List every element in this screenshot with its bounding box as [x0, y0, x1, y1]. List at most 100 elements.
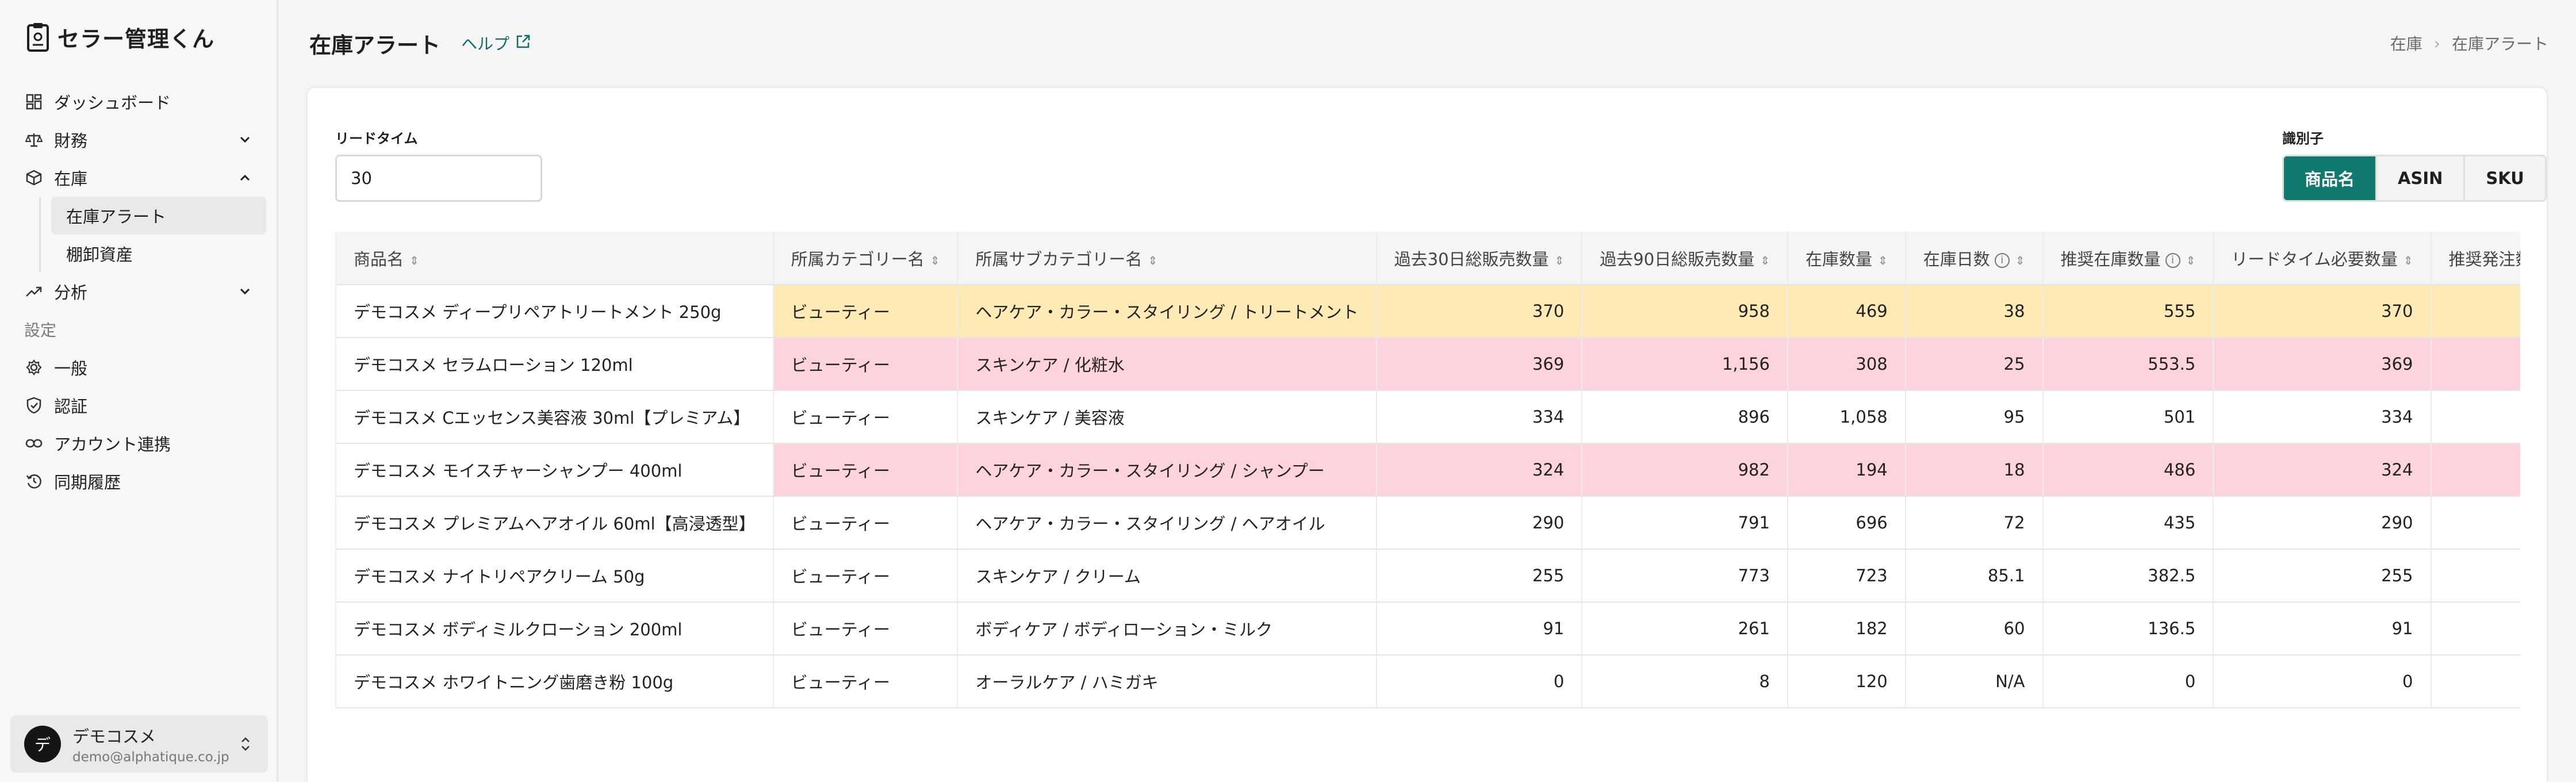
table-cell: 194: [1787, 443, 1906, 497]
sidebar-item-auth[interactable]: 認証: [10, 386, 266, 424]
table-cell: スキンケア / 化粧水: [957, 338, 1377, 391]
main-content: 在庫アラート ヘルプ 在庫 › 在庫アラート リードタイム 30 識別子 商品名…: [278, 0, 2576, 782]
chevron-up-icon[interactable]: [237, 170, 252, 185]
column-header[interactable]: 推奨在庫数量 i ⇕: [2042, 232, 2214, 285]
table-cell: 0: [2431, 655, 2520, 708]
info-icon[interactable]: i: [1994, 252, 2010, 268]
table-cell: 255: [2213, 549, 2432, 603]
sort-icon[interactable]: ⇕: [409, 254, 419, 267]
sidebar-item-analytics[interactable]: 分析: [10, 273, 266, 310]
table-cell: 255: [1376, 549, 1583, 603]
table-cell: 290: [1376, 496, 1583, 550]
table-cell: 723: [1787, 549, 1906, 603]
table-cell: 324: [1376, 443, 1583, 497]
chevron-down-icon[interactable]: [237, 132, 252, 147]
sidebar-item-dashboard[interactable]: ダッシュボード: [10, 83, 266, 121]
external-link-icon: [509, 33, 531, 53]
user-name: デモコスメ: [72, 727, 156, 746]
table-row[interactable]: デモコスメ モイスチャーシャンプー 400ml ビューティー ヘアケア・カラー・スタ…: [336, 443, 2520, 497]
sidebar-item-account-link[interactable]: アカウント連携: [10, 424, 266, 462]
column-header[interactable]: 過去30日総販売数量 ⇕: [1376, 232, 1583, 285]
identifier-option-name[interactable]: 商品名: [2284, 156, 2378, 200]
identifier-label: 識別子: [2282, 131, 2324, 147]
sort-icon[interactable]: ⇕: [1148, 254, 1157, 267]
table-cell: ビューティー: [773, 602, 959, 656]
identifier-option-asin[interactable]: ASIN: [2377, 156, 2466, 200]
table-cell: デモコスメ プレミアムヘアオイル 60ml【高浸透型】: [336, 496, 774, 550]
brand[interactable]: セラー管理くん: [10, 0, 266, 74]
table-cell: 1,156: [1582, 338, 1788, 391]
table-cell: 0: [1376, 655, 1583, 708]
column-header[interactable]: リードタイム必要数量 ⇕: [2213, 232, 2432, 285]
column-header[interactable]: 所属カテゴリー名 ⇕: [773, 232, 959, 285]
table-row[interactable]: デモコスメ ナイトリペアクリーム 50g ビューティー スキンケア / クリーム 25…: [336, 549, 2520, 603]
page-header: 在庫アラート ヘルプ 在庫 › 在庫アラート: [306, 0, 2548, 86]
table-cell: 334: [2213, 390, 2432, 444]
sidebar-item-label: 同期履歴: [54, 473, 121, 492]
sort-icon[interactable]: ⇕: [1878, 254, 1888, 267]
table-cell: 46: [2431, 602, 2520, 656]
table-cell: ビューティー: [773, 285, 959, 338]
sidebar-item-label: 財務: [54, 131, 88, 151]
help-link[interactable]: ヘルプ: [461, 32, 531, 55]
lead-time-input[interactable]: 30: [335, 155, 542, 202]
column-header-label: 所属カテゴリー名: [791, 249, 925, 269]
sort-icon[interactable]: ⇕: [2404, 254, 2413, 267]
column-header[interactable]: 商品名 ⇕: [336, 232, 774, 285]
user-menu[interactable]: デ デモコスメ demo@alphatique.co.jp: [10, 715, 268, 773]
column-header-label: 所属サブカテゴリー名: [975, 249, 1143, 269]
info-icon[interactable]: i: [2165, 252, 2180, 268]
sort-icon[interactable]: ⇕: [1555, 254, 1565, 267]
filter-controls: リードタイム 30 識別子 商品名 ASIN SKU: [308, 88, 2547, 232]
table-cell: 29: [2431, 496, 2520, 550]
table-cell: デモコスメ ホワイトニング歯磨き粉 100g: [336, 655, 774, 708]
table-cell: 382.5: [2042, 549, 2214, 603]
help-link-label: ヘルプ: [461, 34, 510, 53]
sort-icon[interactable]: ⇕: [2186, 254, 2196, 267]
sort-icon[interactable]: ⇕: [1760, 254, 1770, 267]
sidebar-item-finance[interactable]: 財務: [10, 121, 266, 159]
gear-icon: [24, 358, 44, 377]
table-cell: ビューティー: [773, 496, 959, 550]
column-header[interactable]: 過去90日総販売数量 ⇕: [1582, 232, 1788, 285]
table-row[interactable]: デモコスメ プレミアムヘアオイル 60ml【高浸透型】 ビューティー ヘアケア・カラ…: [336, 496, 2520, 550]
identifier-option-sku[interactable]: SKU: [2465, 156, 2544, 200]
table-cell: 308: [1787, 338, 1906, 391]
sidebar-item-inventory[interactable]: 在庫: [10, 159, 266, 197]
table-row[interactable]: デモコスメ ボディミルクローション 200ml ビューティー ボディケア / ボディ…: [336, 602, 2520, 656]
column-header[interactable]: 推奨発注数量⇕: [2431, 232, 2520, 285]
column-header-label: 過去30日総販売数量: [1394, 249, 1549, 269]
table-scroll-area[interactable]: 商品名 ⇕ 所属カテゴリー名 ⇕ 所属サブカテゴリー名 ⇕ 過去30日総販売数量 ⇕ 過去90日…: [335, 232, 2520, 709]
sidebar-item-label: ダッシュボード: [54, 93, 171, 113]
table-row[interactable]: デモコスメ Cエッセンス美容液 30ml【プレミアム】 ビューティー スキンケア /…: [336, 390, 2520, 444]
sidebar-item-sync-history[interactable]: 同期履歴: [10, 462, 266, 500]
main-nav: ダッシュボード 財務 在庫 在庫アラート 棚卸資産 分析 設定 一般 認証 アカ…: [10, 83, 266, 500]
sidebar-item-stock-alert[interactable]: 在庫アラート: [51, 197, 266, 235]
table-cell: 60: [1905, 602, 2044, 656]
table-cell: 1,058: [1787, 390, 1906, 444]
table-row[interactable]: デモコスメ セラムローション 120ml ビューティー スキンケア / 化粧水 369…: [336, 338, 2520, 391]
scale-icon: [24, 130, 44, 150]
column-header[interactable]: 所属サブカテゴリー名 ⇕: [957, 232, 1377, 285]
sort-icon[interactable]: ⇕: [930, 254, 940, 267]
sidebar-item-label: 在庫: [54, 169, 88, 189]
table-cell: ヘアケア・カラー・スタイリング / シャンプー: [957, 443, 1377, 497]
chevron-down-icon[interactable]: [237, 284, 252, 299]
breadcrumb-item-current: 在庫アラート: [2451, 34, 2548, 53]
breadcrumb-item-inventory[interactable]: 在庫: [2390, 32, 2422, 55]
table-cell: デモコスメ セラムローション 120ml: [336, 338, 774, 391]
table-row[interactable]: デモコスメ ホワイトニング歯磨き粉 100g ビューティー オーラルケア / ハミガ…: [336, 655, 2520, 708]
column-header[interactable]: 在庫日数 i ⇕: [1905, 232, 2044, 285]
link-icon: [24, 434, 44, 453]
chevron-up-down-icon[interactable]: [237, 733, 254, 756]
lead-time-label: リードタイム: [335, 131, 418, 147]
sidebar-item-inventory-assets[interactable]: 棚卸資産: [51, 235, 266, 273]
table-cell: 0: [2213, 655, 2432, 708]
column-header-label: リードタイム必要数量: [2231, 249, 2398, 269]
table-row[interactable]: デモコスメ ディープリペアトリートメント 250g ビューティー ヘアケア・カラー・…: [336, 285, 2520, 338]
stock-alert-table: 商品名 ⇕ 所属カテゴリー名 ⇕ 所属サブカテゴリー名 ⇕ 過去30日総販売数量 ⇕ 過去90日…: [336, 232, 2520, 708]
user-info: デモコスメ demo@alphatique.co.jp: [72, 723, 237, 765]
column-header[interactable]: 在庫数量 ⇕: [1787, 232, 1906, 285]
sidebar-item-general[interactable]: 一般: [10, 348, 266, 386]
sort-icon[interactable]: ⇕: [2015, 254, 2025, 267]
